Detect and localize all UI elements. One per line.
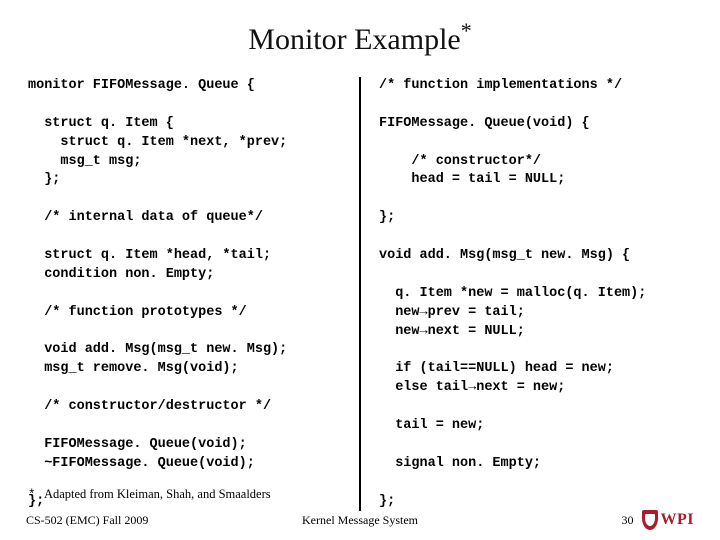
footnote-text: Adapted from Kleiman, Shah, and Smaalder… bbox=[44, 487, 271, 501]
footnote-star: * bbox=[28, 488, 36, 502]
logo-text: WPI bbox=[661, 511, 695, 529]
slide-number: 30 bbox=[622, 513, 634, 528]
code-columns: monitor FIFOMessage. Queue { struct q. I… bbox=[28, 77, 692, 511]
footer-left: CS-502 (EMC) Fall 2009 bbox=[26, 513, 249, 528]
column-divider bbox=[359, 77, 361, 511]
slide-title: Monitor Example* bbox=[28, 18, 692, 57]
footnote: * Adapted from Kleiman, Shah, and Smaald… bbox=[28, 487, 271, 502]
code-right: /* function implementations */ FIFOMessa… bbox=[379, 77, 692, 511]
wpi-logo: WPI bbox=[642, 510, 695, 530]
shield-icon bbox=[642, 510, 658, 530]
title-asterisk: * bbox=[461, 18, 472, 43]
footer-center: Kernel Message System bbox=[249, 513, 472, 528]
slide-footer: CS-502 (EMC) Fall 2009 Kernel Message Sy… bbox=[0, 510, 720, 530]
title-text: Monitor Example bbox=[248, 23, 460, 56]
code-left: monitor FIFOMessage. Queue { struct q. I… bbox=[28, 77, 341, 511]
